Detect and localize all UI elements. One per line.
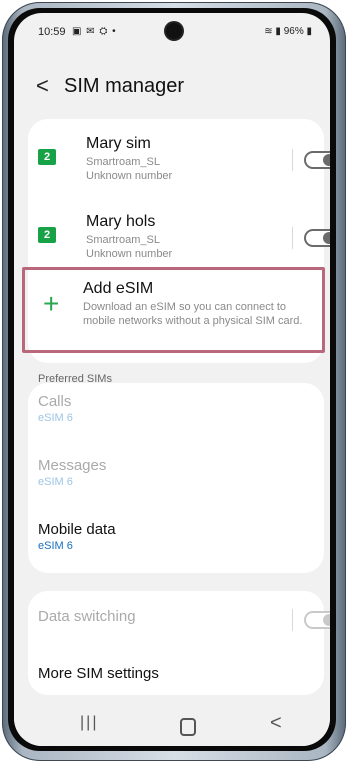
recents-icon[interactable]: ||| (80, 714, 98, 732)
back-icon[interactable]: < (270, 712, 282, 735)
add-esim-button[interactable]: + Add eSIM Download an eSIM so you can c… (22, 267, 325, 353)
status-notification-icons: ▣ ✉ ⛭ • (72, 26, 117, 37)
preferred-calls-title: Calls (38, 393, 72, 410)
sim-toggle-mary-hols[interactable] (304, 229, 330, 247)
sim-card-icon: 2 (38, 149, 56, 165)
preferred-messages-value: eSIM 6 (38, 476, 73, 488)
app-header: < SIM manager (14, 71, 330, 107)
preferred-messages-title: Messages (38, 457, 107, 474)
preferred-sims-card: Calls eSIM 6 Messages eSIM 6 Mobile data… (28, 383, 324, 573)
preferred-mobile-data[interactable]: Mobile data eSIM 6 (38, 521, 116, 552)
preferred-calls[interactable]: Calls eSIM 6 (38, 393, 73, 424)
more-sim-settings[interactable]: More SIM settings (38, 665, 159, 682)
sim-number: Unknown number (86, 248, 173, 260)
wifi-signal-icon: ≋ ▮ (264, 26, 284, 37)
sim-name: Mary sim (86, 135, 151, 152)
sim-item-mary-sim[interactable]: 2 Mary sim Smartroam_SL Unknown number (28, 125, 330, 193)
data-switching-toggle[interactable] (304, 611, 330, 629)
front-camera (166, 23, 182, 39)
divider (292, 149, 293, 171)
preferred-calls-value: eSIM 6 (38, 412, 73, 424)
sim-item-mary-hols[interactable]: 2 Mary hols Smartroam_SL Unknown number (28, 203, 330, 271)
status-time: 10:59 (38, 26, 66, 38)
navigation-bar: ||| < (14, 706, 330, 746)
sim-name: Mary hols (86, 213, 156, 230)
divider (292, 227, 293, 249)
back-arrow-icon[interactable]: < (36, 71, 54, 101)
status-battery: ≋ ▮ 96% ▮ (264, 26, 312, 37)
page-title: SIM manager (64, 75, 185, 97)
screen: 10:59 ▣ ✉ ⛭ • ≋ ▮ 96% ▮ < SIM manager 2 … (14, 13, 330, 746)
add-esim-title: Add eSIM (83, 280, 154, 297)
battery-icon: ▮ (303, 26, 312, 37)
sim-settings-card: Data switching More SIM settings (28, 591, 330, 695)
plus-icon: + (43, 288, 60, 319)
preferred-mobile-data-value: eSIM 6 (38, 540, 73, 552)
sim-carrier: Smartroam_SL (86, 234, 160, 246)
battery-percent: 96% (283, 26, 304, 37)
sim-number: Unknown number (86, 170, 173, 182)
preferred-messages[interactable]: Messages eSIM 6 (38, 457, 106, 488)
home-icon[interactable] (180, 718, 196, 736)
sim-toggle-mary-sim[interactable] (304, 151, 330, 169)
sim-card-icon: 2 (38, 227, 56, 243)
status-bar: 10:59 ▣ ✉ ⛭ • ≋ ▮ 96% ▮ (14, 13, 330, 49)
add-esim-description: Download an eSIM so you can connect to m… (83, 301, 303, 327)
preferred-mobile-data-title: Mobile data (38, 521, 116, 538)
sim-carrier: Smartroam_SL (86, 156, 160, 168)
data-switching-label[interactable]: Data switching (38, 608, 136, 625)
divider (292, 609, 293, 631)
